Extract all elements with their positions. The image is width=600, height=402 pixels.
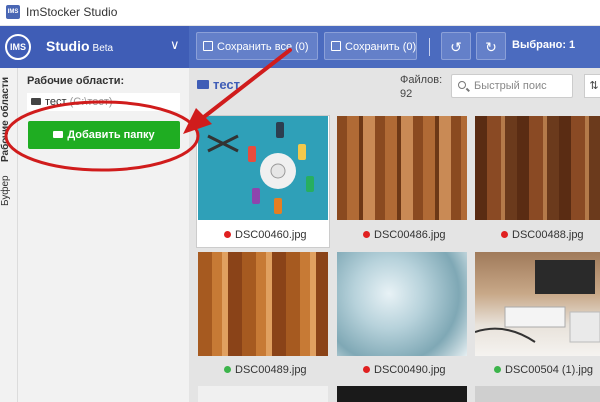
annotation-overlay [4,48,292,172]
annotation-ellipse [4,100,200,172]
annotation-arrow-line [198,48,292,122]
